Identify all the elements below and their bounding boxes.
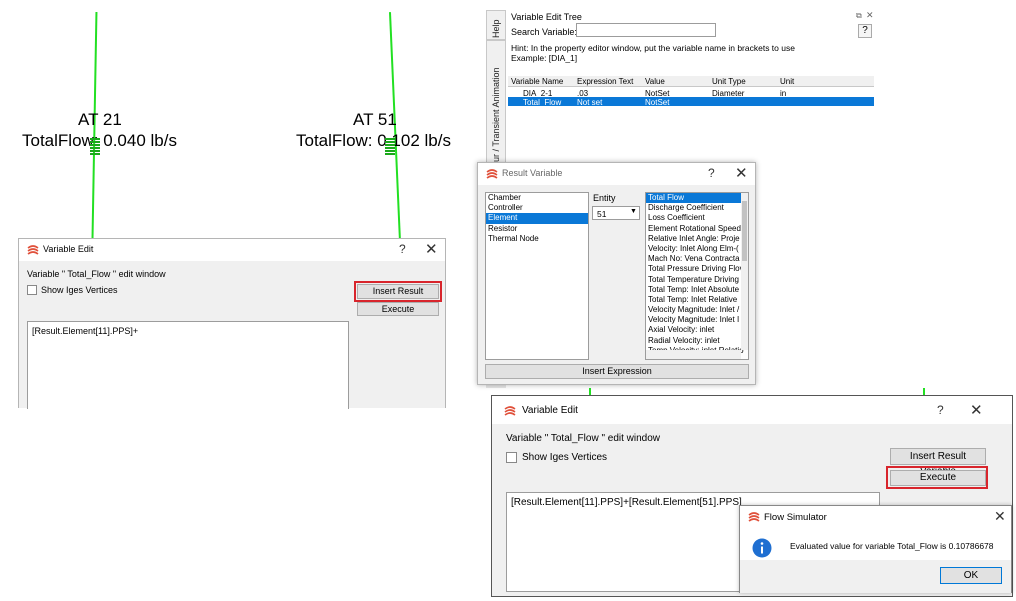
list-item[interactable]: Element Rotational Speed [646, 224, 748, 234]
list-item[interactable]: Axial Velocity: inlet [646, 325, 748, 335]
close-button[interactable]: ✕ [735, 164, 748, 182]
info-icon [752, 538, 772, 558]
list-item-selected[interactable]: Element [486, 213, 588, 224]
element-21-icon[interactable] [88, 136, 102, 158]
app-logo-icon [27, 245, 39, 255]
hint-line-1: Hint: In the property editor window, put… [511, 43, 795, 53]
edit-window-caption: Variable " Total_Flow " edit window [27, 269, 166, 279]
list-item[interactable]: Mach No: Vena Contracta [646, 254, 748, 264]
node-21-id: AT 21 [78, 110, 122, 129]
restore-icon[interactable]: ⧉ [856, 11, 862, 21]
dialog-title: Result Variable [502, 168, 563, 178]
node-51-flow: TotalFlow: 0.102 lb/s [296, 131, 451, 150]
hint-line-2: Example: [DIA_1] [511, 53, 578, 63]
list-item[interactable]: Total Temp: Inlet Relative [646, 295, 748, 305]
help-button[interactable]: ? [937, 403, 944, 417]
list-item[interactable]: Total Temperature Driving [646, 275, 748, 285]
property-scrollbar[interactable] [741, 193, 748, 350]
dialog-titlebar[interactable]: Result Variable ? ✕ [478, 163, 755, 185]
insert-result-variable-button[interactable]: Insert Result Variable [890, 448, 986, 477]
show-iges-label: Show Iges Vertices [522, 452, 608, 463]
side-tab-help[interactable]: Help [486, 10, 506, 40]
close-button[interactable]: ✕ [970, 401, 983, 419]
result-variable-dialog: Result Variable ? ✕ Chamber Controller E… [477, 162, 756, 385]
list-item[interactable]: Controller [486, 203, 588, 213]
tree-title: Variable Edit Tree [511, 12, 582, 22]
list-item[interactable]: Velocity: Inlet Along Elm-( [646, 244, 748, 254]
chevron-down-icon: ▼ [630, 208, 637, 215]
list-item[interactable]: Thermal Node [486, 234, 588, 244]
col-variable-name[interactable]: Variable Name [511, 77, 563, 86]
category-list[interactable]: Chamber Controller Element Resistor Ther… [485, 192, 589, 360]
scrollbar-thumb[interactable] [742, 201, 747, 261]
messagebox-title: Flow Simulator [764, 512, 827, 523]
list-item[interactable]: Radial Velocity: inlet [646, 336, 748, 346]
horizontal-scrollbar[interactable] [646, 350, 741, 359]
app-logo-icon [486, 169, 498, 179]
app-logo-icon [504, 406, 516, 416]
close-tree-icon[interactable]: ✕ [866, 10, 874, 21]
show-iges-checkbox[interactable] [506, 452, 517, 463]
col-unit-type[interactable]: Unit Type [712, 77, 746, 86]
search-input[interactable] [576, 23, 716, 37]
table-row[interactable]: DIA_2-1 .03 NotSet Diameter in [508, 88, 874, 98]
dialog-title: Variable Edit [522, 405, 578, 416]
flow-simulator-messagebox: Flow Simulator ✕ Evaluated value for var… [739, 505, 1012, 593]
list-item[interactable]: Loss Coefficient [646, 213, 748, 223]
col-unit[interactable]: Unit [780, 77, 794, 86]
insert-expression-button[interactable]: Insert Expression [485, 364, 749, 379]
edit-window-caption: Variable " Total_Flow " edit window [506, 433, 661, 444]
entity-value: 51 [597, 209, 607, 219]
col-value[interactable]: Value [645, 77, 665, 86]
help-button[interactable]: ? [399, 242, 406, 256]
cell-name: Total_Flow [523, 98, 562, 107]
close-button[interactable]: ✕ [994, 508, 1006, 525]
cell-expr: Not set [577, 98, 603, 107]
execute-button[interactable]: Execute [357, 302, 439, 316]
list-item[interactable]: Relative Inlet Angle: Proje [646, 234, 748, 244]
expression-textarea[interactable]: [Result.Element[11].PPS]+ [27, 321, 349, 409]
help-icon-button[interactable]: ? [858, 24, 872, 38]
tree-grid-header: Variable Name Expression Text Value Unit… [508, 76, 874, 87]
messagebox-titlebar[interactable]: Flow Simulator ✕ [740, 506, 1011, 528]
search-label: Search Variable: [511, 27, 577, 37]
highlight-box [886, 466, 988, 489]
list-item[interactable]: Velocity Magnitude: Inlet / [646, 305, 748, 315]
variable-edit-dialog-1: Variable Edit ? ✕ Variable " Total_Flow … [18, 238, 446, 409]
dialog-titlebar[interactable]: Variable Edit ? ✕ [492, 396, 1012, 424]
dialog-title: Variable Edit [43, 244, 94, 254]
list-item[interactable]: Chamber [486, 193, 588, 203]
list-item-selected[interactable]: Total Flow [646, 193, 748, 204]
dialog-titlebar[interactable]: Variable Edit ? ✕ [19, 239, 445, 261]
ok-button[interactable]: OK [940, 567, 1002, 584]
property-list[interactable]: Total Flow Discharge Coefficient Loss Co… [645, 192, 749, 360]
col-expression-text[interactable]: Expression Text [577, 77, 633, 86]
entity-label: Entity [593, 193, 616, 203]
cell-value: NotSet [645, 98, 670, 107]
table-row-selected[interactable]: Total_Flow Not set NotSet [508, 97, 874, 107]
show-iges-label: Show Iges Vertices [41, 285, 118, 295]
app-logo-icon [748, 512, 760, 522]
list-item[interactable]: Resistor [486, 224, 588, 234]
help-button[interactable]: ? [708, 166, 715, 180]
show-iges-checkbox[interactable] [27, 285, 37, 295]
list-item[interactable]: Velocity Magnitude: Inlet I [646, 315, 748, 325]
close-button[interactable]: ✕ [425, 240, 438, 258]
entity-select[interactable]: 51 ▼ [592, 206, 640, 220]
list-item[interactable]: Total Temp: Inlet Absolute [646, 285, 748, 295]
messagebox-text: Evaluated value for variable Total_Flow … [790, 541, 994, 551]
side-tab-help-label: Help [491, 19, 501, 38]
node-51-id: AT 51 [353, 110, 397, 129]
element-51-icon[interactable] [383, 136, 397, 158]
highlight-box [354, 281, 442, 302]
list-item[interactable]: Discharge Coefficient [646, 203, 748, 213]
list-item[interactable]: Total Pressure Driving Flov [646, 264, 748, 274]
